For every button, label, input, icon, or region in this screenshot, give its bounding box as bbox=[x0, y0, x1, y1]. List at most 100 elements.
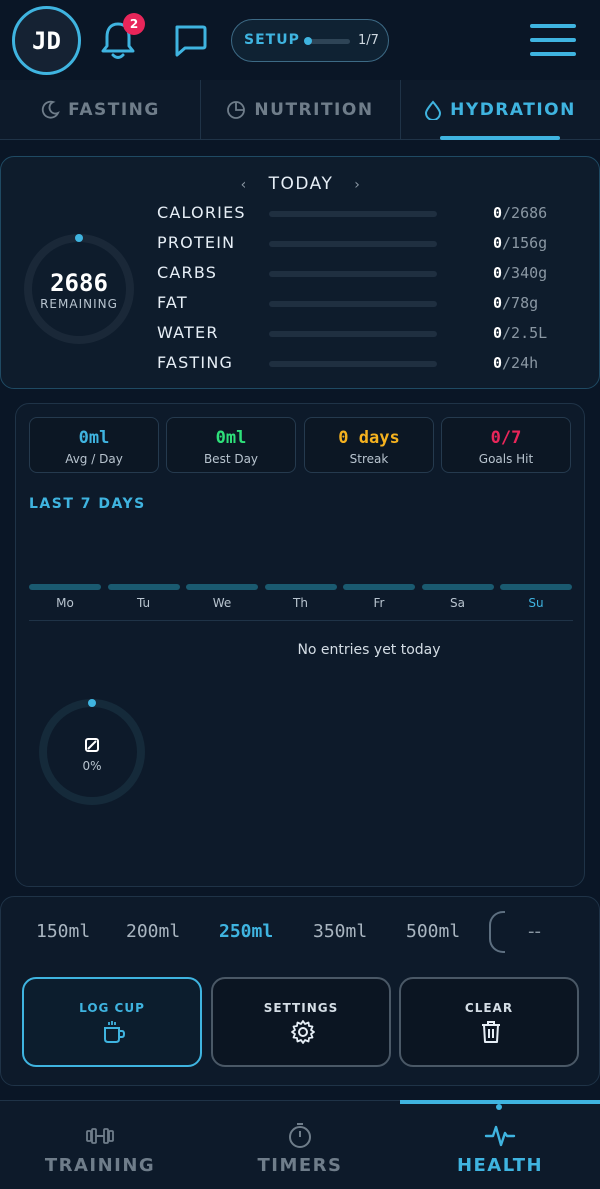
cup-icon bbox=[104, 1021, 126, 1043]
setup-label: SETUP bbox=[244, 32, 300, 48]
macro-value: 0/24h bbox=[493, 354, 538, 372]
macro-current: 0 bbox=[493, 264, 503, 282]
cup-size-option[interactable]: 200ml bbox=[126, 921, 180, 942]
hamburger-menu-icon[interactable] bbox=[530, 22, 576, 58]
pie-icon bbox=[227, 101, 246, 119]
day-bar bbox=[264, 584, 337, 590]
settings-button[interactable]: SETTINGS bbox=[211, 977, 391, 1067]
moon-icon bbox=[42, 100, 60, 119]
stat-label: Best Day bbox=[203, 452, 259, 466]
stat-label: Avg / Day bbox=[65, 452, 123, 466]
tab-nutrition[interactable]: NUTRITION bbox=[200, 80, 400, 140]
tab-fasting[interactable]: FASTING bbox=[0, 80, 200, 140]
macro-target: /156g bbox=[502, 234, 548, 252]
setup-progress-button[interactable]: SETUP 1/7 bbox=[231, 19, 389, 62]
water-progress-ring bbox=[39, 699, 145, 805]
macro-current: 0 bbox=[493, 234, 503, 252]
prev-day-button[interactable]: ‹ bbox=[227, 177, 262, 193]
day-label: Mo bbox=[56, 596, 74, 610]
custom-size-input[interactable]: -- bbox=[528, 921, 541, 942]
macro-progress-bar bbox=[269, 241, 437, 247]
app-header: JD 2 SETUP 1/7 bbox=[0, 0, 600, 80]
cup-size-option[interactable]: 250ml bbox=[219, 921, 273, 942]
cup-size-option[interactable]: 350ml bbox=[313, 921, 367, 942]
macro-label: PROTEIN bbox=[157, 233, 236, 252]
cup-size-option[interactable]: 500ml bbox=[406, 921, 460, 942]
day-label: TODAY bbox=[268, 174, 334, 194]
day-bar bbox=[186, 584, 258, 590]
category-tabs: FASTING NUTRITION HYDRATION bbox=[0, 80, 600, 140]
macro-current: 0 bbox=[493, 204, 503, 222]
day-bar bbox=[421, 584, 494, 590]
stat-avg-per-day: 0ml Avg / Day bbox=[29, 417, 159, 473]
nav-label: HEALTH bbox=[456, 1155, 544, 1176]
water-progress-percent: 0% bbox=[82, 759, 102, 773]
clear-label: CLEAR bbox=[464, 1001, 514, 1015]
last-7-days-title: LAST 7 DAYS bbox=[29, 496, 146, 512]
nav-health[interactable]: HEALTH bbox=[400, 1101, 600, 1189]
nav-training[interactable]: TRAINING bbox=[0, 1101, 200, 1189]
log-cup-button[interactable]: LOG CUP bbox=[22, 977, 202, 1067]
clear-button[interactable]: CLEAR bbox=[399, 977, 579, 1067]
day-label: Su bbox=[528, 596, 544, 610]
setup-progress-count: 1/7 bbox=[358, 33, 379, 48]
droplet-icon bbox=[425, 100, 442, 120]
nav-timers[interactable]: TIMERS bbox=[200, 1101, 400, 1189]
macro-current: 0 bbox=[493, 324, 503, 342]
trash-icon bbox=[482, 1021, 500, 1043]
macro-value: 0/340g bbox=[493, 264, 547, 282]
macro-target: /78g bbox=[502, 294, 539, 312]
nav-label: TRAINING bbox=[44, 1155, 156, 1176]
notification-badge: 2 bbox=[123, 13, 145, 35]
macro-progress-bar bbox=[269, 271, 437, 277]
next-day-button[interactable]: › bbox=[340, 177, 375, 193]
macro-label: FASTING bbox=[157, 353, 234, 372]
macro-progress-bar bbox=[269, 361, 437, 367]
tab-label: HYDRATION bbox=[450, 100, 576, 120]
macro-value: 0/78g bbox=[493, 294, 538, 312]
stat-streak: 0 days Streak bbox=[304, 417, 434, 473]
macro-progress-bar bbox=[269, 301, 437, 307]
day-bar bbox=[500, 584, 572, 590]
stopwatch-icon bbox=[289, 1123, 311, 1148]
macro-progress-bar bbox=[269, 211, 437, 217]
nav-active-dot bbox=[496, 1104, 502, 1110]
stat-best-day: 0ml Best Day bbox=[166, 417, 296, 473]
cup-size-option[interactable]: 150ml bbox=[36, 921, 90, 942]
macro-current: 0 bbox=[493, 294, 503, 312]
bottom-navigation: TRAINING TIMERS HEALTH bbox=[0, 1100, 600, 1189]
macro-current: 0 bbox=[493, 354, 503, 372]
cup-controls-card: 150ml 200ml 250ml 350ml 500ml -- LOG CUP SET… bbox=[0, 896, 600, 1086]
log-cup-label: LOG CUP bbox=[79, 1001, 145, 1015]
stat-goals-hit: 0/7 Goals Hit bbox=[441, 417, 571, 473]
macro-label: CARBS bbox=[157, 263, 218, 282]
day-label: Tu bbox=[136, 596, 151, 610]
macro-target: /24h bbox=[502, 354, 539, 372]
empty-state-message: No entries yet today bbox=[297, 642, 441, 658]
tab-label: FASTING bbox=[68, 100, 160, 120]
day-selector: ‹ TODAY › bbox=[1, 174, 600, 194]
calories-remaining-label: REMAINING bbox=[40, 297, 118, 311]
custom-size-bracket bbox=[489, 911, 505, 953]
day-label: Fr bbox=[373, 596, 385, 610]
gear-icon bbox=[291, 1020, 315, 1044]
macro-label: CALORIES bbox=[157, 203, 246, 222]
pulse-icon bbox=[484, 1125, 516, 1147]
stat-label: Streak bbox=[349, 452, 389, 466]
stat-value: 0/7 bbox=[490, 428, 522, 448]
tab-label: NUTRITION bbox=[254, 100, 374, 120]
setup-progress-track bbox=[306, 39, 350, 44]
active-tab-indicator bbox=[440, 136, 560, 140]
day-label: We bbox=[212, 596, 232, 610]
section-divider bbox=[29, 620, 573, 621]
water-progress-value bbox=[85, 738, 99, 752]
chat-icon[interactable] bbox=[172, 22, 208, 58]
macro-progress-bar bbox=[269, 331, 437, 337]
macro-label: FAT bbox=[157, 293, 188, 312]
dumbbell-icon bbox=[86, 1128, 114, 1144]
day-bar bbox=[107, 584, 180, 590]
tab-hydration[interactable]: HYDRATION bbox=[400, 80, 600, 140]
avatar[interactable]: JD bbox=[12, 6, 81, 75]
macro-target: /340g bbox=[502, 264, 548, 282]
macro-value: 0/2.5L bbox=[493, 324, 547, 342]
